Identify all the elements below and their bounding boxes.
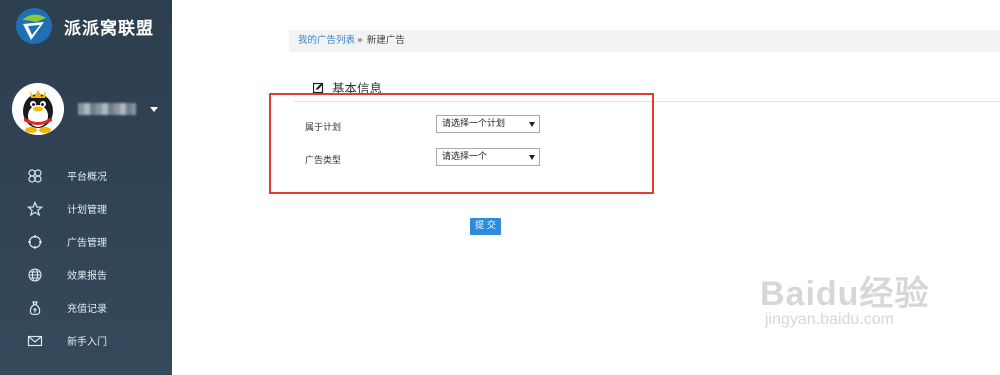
dropdown-arrow-icon [529,155,535,160]
sidebar-item-label: 广告管理 [67,238,107,249]
sidebar-item-label: 新手入门 [67,337,107,348]
breadcrumb-separator: » [357,35,363,46]
sidebar-nav: 平台概况 计划管理 广告管理 效果报告 充值记录 新手入门 [0,159,172,357]
sidebar: 派派窝联盟 平台概况 计划管理 广告管理 效果报告 充值记录 新手入门 [0,0,172,375]
breadcrumb-link-ad-list[interactable]: 我的广告列表 [298,35,355,46]
plan-select-value: 请选择一个计划 [442,119,506,129]
ad-type-select[interactable]: 请选择一个 [436,148,540,166]
logo[interactable]: 派派窝联盟 [14,6,154,46]
brand-name: 派派窝联盟 [64,18,154,39]
ad-type-label: 广告类型 [305,156,342,166]
sidebar-item-overview[interactable]: 平台概况 [0,159,172,192]
edit-icon [313,82,324,93]
watermark-logo-text: Baidu经验 [760,275,930,313]
sidebar-item-getting-started[interactable]: 新手入门 [0,324,172,357]
sidebar-item-recharge[interactable]: 充值记录 [0,291,172,324]
chevron-down-icon[interactable] [150,106,158,112]
avatar[interactable] [12,83,64,135]
submit-button[interactable]: 提 交 [470,218,501,235]
dropdown-arrow-icon [529,122,535,127]
sidebar-item-label: 效果报告 [67,271,107,282]
ad-type-select-value: 请选择一个 [442,152,488,162]
sidebar-item-plans[interactable]: 计划管理 [0,192,172,225]
highlight-box [269,93,654,194]
dashboard-icon [27,168,43,184]
sidebar-item-ads[interactable]: 广告管理 [0,225,172,258]
star-icon [27,200,43,217]
sidebar-item-label: 计划管理 [67,205,107,216]
money-bag-icon [27,300,43,316]
sidebar-item-label: 平台概况 [67,172,107,183]
watermark: Baidu经验 jingyan.baidu.com [760,266,929,329]
plan-select[interactable]: 请选择一个计划 [436,115,540,133]
breadcrumb: 我的广告列表» 新建广告 [289,30,1000,52]
mail-icon [27,333,43,349]
sidebar-item-reports[interactable]: 效果报告 [0,258,172,291]
breadcrumb-current: 新建广告 [366,35,405,46]
logo-icon [16,8,52,44]
username-blurred [78,103,136,115]
target-icon [27,234,43,250]
sidebar-item-label: 充值记录 [67,304,107,315]
globe-icon [27,267,43,283]
user-profile[interactable] [12,83,158,135]
qq-penguin-icon [12,83,64,135]
plan-label: 属于计划 [305,123,342,133]
